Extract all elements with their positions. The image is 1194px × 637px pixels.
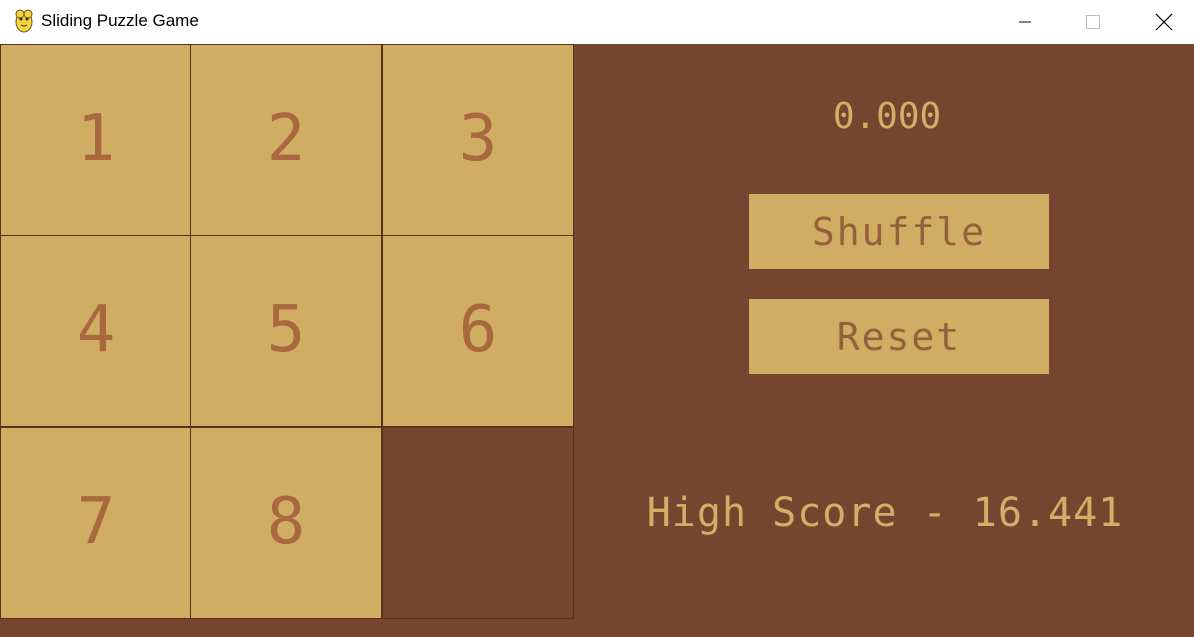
shuffle-button[interactable]: Shuffle [749,194,1049,269]
minimize-icon [1019,21,1031,23]
tile-1[interactable]: 1 [0,44,192,236]
close-icon [1155,13,1173,31]
tile-number: 1 [76,102,116,176]
puzzle-board: 1 2 3 4 5 6 7 8 [0,44,575,620]
tile-7[interactable]: 7 [0,427,192,619]
tile-number: 2 [266,102,306,176]
shuffle-button-label: Shuffle [811,209,987,254]
high-score: High Score - 16.441 [646,490,1124,536]
game-area: 1 2 3 4 5 6 7 8 0.000 Shuffle Reset High… [0,44,1194,637]
python-snake-icon [12,8,36,34]
app-window: Sliding Puzzle Game 1 2 3 4 5 6 7 8 0.00… [0,0,1194,637]
tile-5[interactable]: 5 [190,235,382,427]
empty-tile[interactable] [382,427,574,619]
reset-button[interactable]: Reset [749,299,1049,374]
reset-button-label: Reset [836,314,962,359]
minimize-button[interactable] [1002,0,1048,44]
tile-number: 3 [458,102,498,176]
tile-6[interactable]: 6 [382,235,574,427]
window-title: Sliding Puzzle Game [41,11,199,30]
title-bar[interactable]: Sliding Puzzle Game [0,0,1194,44]
tile-2[interactable]: 2 [190,44,382,236]
close-button[interactable] [1141,0,1187,44]
maximize-icon [1086,15,1100,29]
tile-number: 7 [76,485,116,559]
tile-4[interactable]: 4 [0,235,192,427]
timer-display: 0.000 [832,96,942,137]
maximize-button[interactable] [1070,0,1116,44]
tile-number: 4 [76,293,116,367]
tile-number: 5 [266,293,306,367]
tile-3[interactable]: 3 [382,44,574,236]
tile-number: 8 [266,485,306,559]
tile-number: 6 [458,293,498,367]
tile-8[interactable]: 8 [190,427,382,619]
